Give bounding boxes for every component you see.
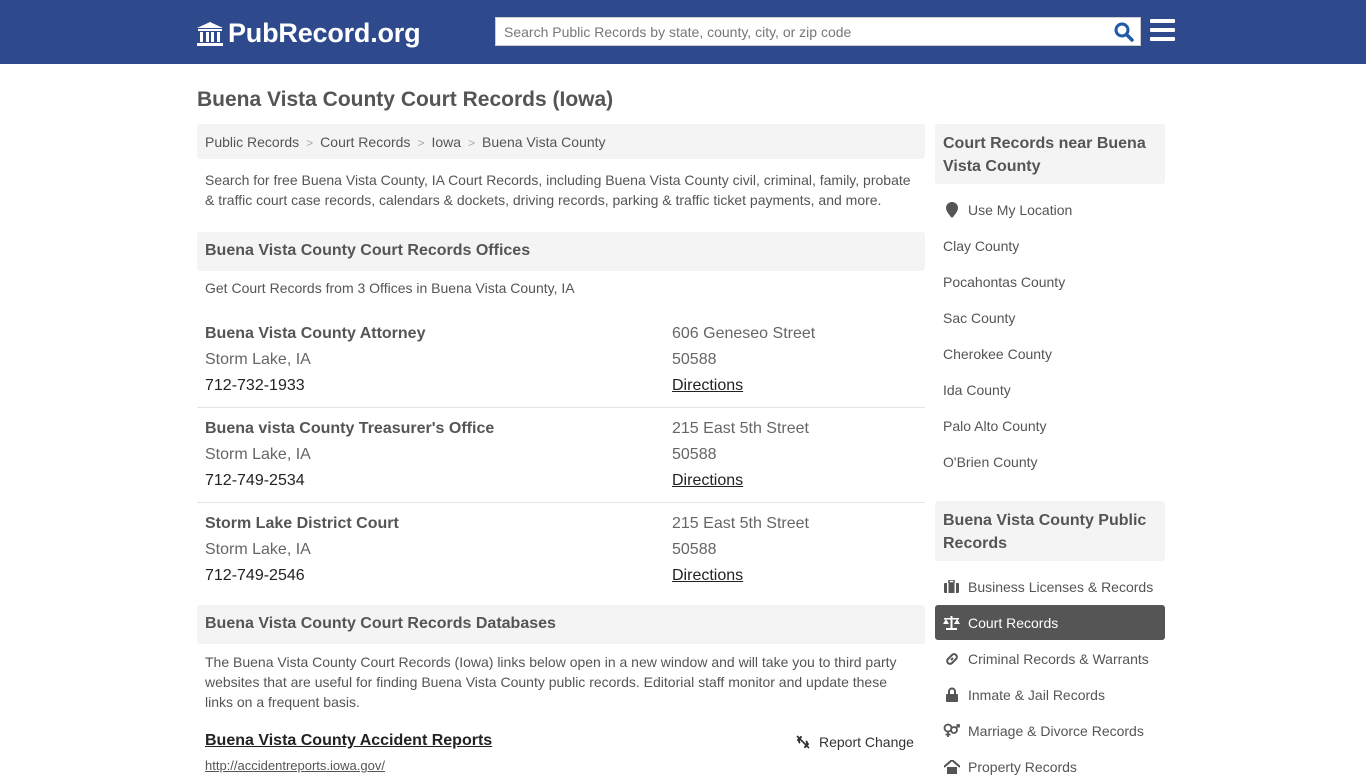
intro-text: Search for free Buena Vista County, IA C… — [205, 172, 911, 208]
office-entry: Buena Vista County Attorney Storm Lake, … — [197, 313, 925, 408]
sidebar-item-label: Inmate & Jail Records — [968, 686, 1105, 703]
report-change-label: Report Change — [819, 734, 914, 750]
search-input[interactable] — [496, 18, 1096, 45]
hamburger-menu-icon[interactable] — [1150, 19, 1175, 42]
sidebar-item-property-records[interactable]: Property Records — [935, 749, 1165, 784]
office-address: 606 Geneseo Street — [672, 325, 816, 342]
databases-heading: Buena Vista County Court Records Databas… — [197, 605, 925, 644]
office-phone[interactable]: 712-749-2546 — [205, 563, 399, 589]
link-icon — [943, 651, 960, 667]
search-box — [495, 17, 1141, 46]
nearby-county-link[interactable]: Pocahontas County — [935, 264, 1165, 299]
office-name: Buena Vista County Attorney — [205, 325, 426, 342]
breadcrumb: Public Records > Court Records > Iowa > Buena … — [197, 124, 925, 159]
gender-icon — [943, 723, 960, 739]
lock-icon — [943, 687, 960, 703]
directions-link[interactable]: Directions — [672, 472, 743, 489]
databases-intro: The Buena Vista County Court Records (Io… — [205, 654, 897, 710]
site-logo[interactable]: PubRecord.org — [196, 18, 421, 49]
sidebar-item-label: Business Licenses & Records — [968, 578, 1154, 595]
breadcrumb-court-records[interactable]: Court Records — [320, 134, 410, 150]
office-zip: 50588 — [672, 541, 717, 558]
office-zip: 50588 — [672, 446, 717, 463]
use-my-location-label: Use My Location — [968, 201, 1073, 218]
map-marker-icon — [943, 201, 960, 218]
breadcrumb-public-records[interactable]: Public Records — [205, 134, 299, 150]
office-phone[interactable]: 712-749-2534 — [205, 468, 494, 494]
sidebar-item-label: Criminal Records & Warrants — [968, 650, 1149, 667]
database-link-url[interactable]: http://accidentreports.iowa.gov/ — [205, 758, 385, 773]
courthouse-icon — [197, 21, 223, 46]
nearby-county-link[interactable]: O'Brien County — [935, 444, 1165, 479]
office-name: Buena vista County Treasurer's Office — [205, 420, 495, 437]
logo-text: PubRecord.org — [228, 18, 421, 48]
office-city: Storm Lake, IA — [205, 541, 311, 558]
office-name: Storm Lake District Court — [205, 515, 399, 532]
sidebar-item-label: Court Records — [968, 614, 1059, 631]
sidebar-item-label: Marriage & Divorce Records — [968, 722, 1144, 739]
sidebar-item-inmate-jail[interactable]: Inmate & Jail Records — [935, 677, 1165, 712]
sidebar-item-criminal-records[interactable]: Criminal Records & Warrants — [935, 641, 1165, 676]
sidebar-item-business-licenses[interactable]: Business Licenses & Records — [935, 569, 1165, 604]
offices-heading: Buena Vista County Court Records Offices — [197, 232, 925, 271]
breadcrumb-separator: > — [417, 136, 425, 150]
directions-link[interactable]: Directions — [672, 567, 743, 584]
nearby-county-link[interactable]: Palo Alto County — [935, 408, 1165, 443]
office-entry: Buena vista County Treasurer's Office St… — [197, 408, 925, 503]
office-address: 215 East 5th Street — [672, 420, 809, 437]
search-icon[interactable] — [1114, 22, 1134, 42]
database-link-title[interactable]: Buena Vista County Accident Reports — [205, 732, 492, 750]
breadcrumb-iowa[interactable]: Iowa — [431, 134, 461, 150]
sidebar-item-marriage-divorce[interactable]: Marriage & Divorce Records — [935, 713, 1165, 748]
office-address: 215 East 5th Street — [672, 515, 809, 532]
sidebar-item-court-records[interactable]: Court Records — [935, 605, 1165, 640]
office-entry: Storm Lake District Court Storm Lake, IA… — [197, 503, 925, 598]
briefcase-icon — [943, 579, 960, 595]
report-change-button[interactable]: Report Change — [795, 734, 914, 750]
broken-link-icon — [796, 735, 810, 749]
use-my-location-button[interactable]: Use My Location — [935, 192, 1165, 227]
offices-subtitle: Get Court Records from 3 Offices in Buen… — [205, 280, 575, 296]
nearby-heading: Court Records near Buena Vista County — [935, 124, 1165, 184]
page-title: Buena Vista County Court Records (Iowa) — [197, 88, 614, 111]
office-city: Storm Lake, IA — [205, 446, 311, 463]
breadcrumb-separator: > — [306, 136, 314, 150]
public-records-heading: Buena Vista County Public Records — [935, 501, 1165, 561]
scales-icon — [943, 615, 960, 631]
sidebar-item-label: Property Records — [968, 758, 1077, 775]
breadcrumb-buena-vista-county[interactable]: Buena Vista County — [482, 134, 606, 150]
directions-link[interactable]: Directions — [672, 377, 743, 394]
office-city: Storm Lake, IA — [205, 351, 311, 368]
office-zip: 50588 — [672, 351, 717, 368]
nearby-county-link[interactable]: Clay County — [935, 228, 1165, 263]
office-phone[interactable]: 712-732-1933 — [205, 373, 425, 399]
breadcrumb-separator: > — [468, 136, 476, 150]
nearby-county-link[interactable]: Cherokee County — [935, 336, 1165, 371]
home-icon — [943, 759, 960, 775]
nearby-county-link[interactable]: Sac County — [935, 300, 1165, 335]
nearby-county-link[interactable]: Ida County — [935, 372, 1165, 407]
top-navigation-bar: PubRecord.org — [0, 0, 1366, 64]
